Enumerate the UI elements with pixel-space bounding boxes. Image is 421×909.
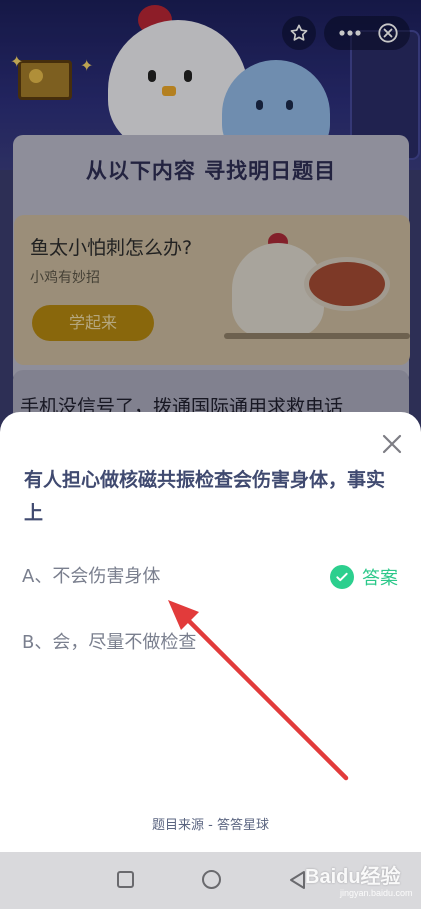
baidu-watermark: Baidu经验 xyxy=(305,866,401,888)
question-source: 题目来源 - 答答星球 xyxy=(152,818,269,833)
baidu-watermark-url: jingyan.baidu.com xyxy=(340,888,413,898)
answer-badge: 答案 xyxy=(330,562,398,592)
answer-sheet: 有人担心做核磁共振检查会伤害身体，事实上 A、不会伤害身体 答案 B、会，尽量不… xyxy=(0,412,421,852)
recents-button[interactable] xyxy=(117,871,134,888)
system-nav-bar: Baidu经验 jingyan.baidu.com xyxy=(0,852,421,909)
option-b[interactable]: B、会，尽量不做检查 xyxy=(22,621,402,665)
question-text: 有人担心做核磁共振检查会伤害身体，事实上 xyxy=(24,469,386,524)
close-sheet-button[interactable] xyxy=(380,432,404,456)
home-button[interactable] xyxy=(202,870,221,889)
close-icon xyxy=(382,434,402,454)
check-circle-icon xyxy=(330,565,354,589)
answer-label: 答案 xyxy=(362,568,398,589)
